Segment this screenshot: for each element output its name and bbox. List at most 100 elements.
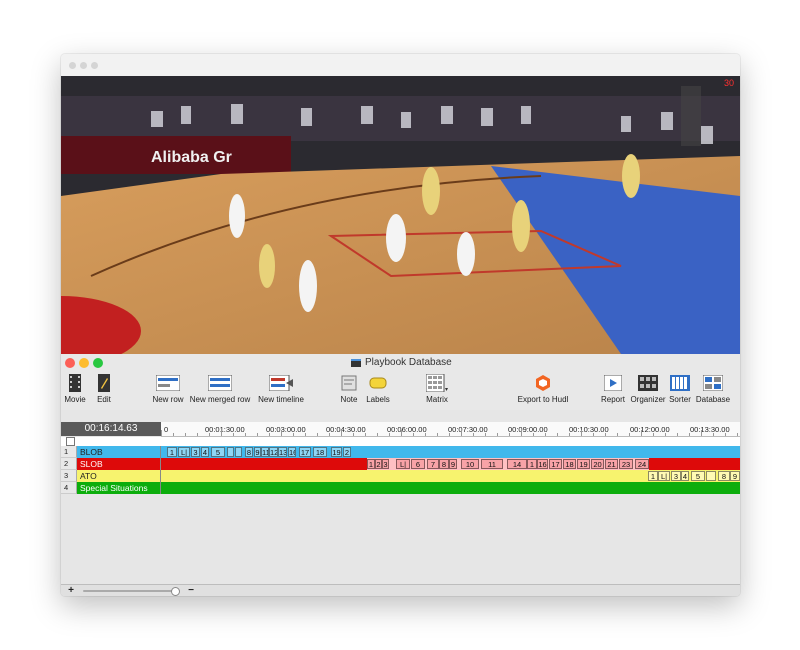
row-lane[interactable]: 1L|345 89111213161718 192 — [161, 446, 740, 458]
clip[interactable]: 11 — [261, 447, 269, 457]
window-title: Playbook Database — [351, 357, 452, 368]
zoom-icon[interactable] — [93, 358, 103, 368]
clip[interactable] — [706, 471, 716, 481]
clip[interactable]: 6 — [411, 459, 425, 469]
new-timeline-button[interactable]: New timeline — [256, 374, 306, 404]
close-icon[interactable] — [65, 358, 75, 368]
row-name[interactable]: ATO — [77, 470, 161, 482]
clip[interactable]: 9 — [254, 447, 261, 457]
clip[interactable]: 19 — [331, 447, 342, 457]
clip[interactable]: 1 — [367, 459, 375, 469]
film-strip-icon — [63, 374, 87, 392]
current-time-display: 00:16:14.63 — [61, 422, 161, 436]
ruler-tick — [341, 430, 342, 436]
clip[interactable]: 5 — [211, 447, 225, 457]
clip[interactable]: 14 — [507, 459, 527, 469]
clip[interactable]: 19 — [577, 459, 590, 469]
clip[interactable]: 3 — [191, 447, 200, 457]
clip[interactable]: 3 — [671, 471, 681, 481]
clip[interactable]: 1 — [167, 447, 177, 457]
clip[interactable]: 13 — [278, 447, 287, 457]
timeline-row[interactable]: 3 ATO 1 L| 3 4 5 8 9 — [61, 470, 740, 482]
clip[interactable]: 17 — [549, 459, 562, 469]
clip[interactable]: L| — [658, 471, 670, 481]
clip[interactable]: 16 — [288, 447, 296, 457]
new-merged-row-button[interactable]: New merged row — [189, 374, 251, 404]
ruler-label: 00:12:00.00 — [630, 425, 670, 434]
note-button[interactable]: Note — [338, 374, 360, 404]
window-dot-icon[interactable] — [69, 62, 76, 69]
sorter-button[interactable]: Sorter — [668, 374, 692, 404]
svg-text:30: 30 — [724, 78, 734, 88]
movie-button[interactable]: Movie — [63, 374, 87, 404]
clip[interactable]: 18 — [313, 447, 327, 457]
ruler-tick — [413, 433, 414, 436]
window-dot-icon[interactable] — [91, 62, 98, 69]
export-to-hudl-button[interactable]: Export to Hudl — [513, 374, 573, 404]
ruler-tick — [449, 433, 450, 436]
minimize-icon[interactable] — [79, 358, 89, 368]
database-button[interactable]: Database — [695, 374, 731, 404]
row-lane[interactable]: 1 L| 3 4 5 8 9 — [161, 470, 740, 482]
clip[interactable]: 10 — [461, 459, 479, 469]
remove-row-button[interactable]: − — [185, 585, 197, 596]
clip[interactable]: 2 — [343, 447, 351, 457]
timeline-row[interactable]: 1 BLOB1L|345 89111213161718 192 — [61, 446, 740, 458]
clip[interactable]: 8 — [245, 447, 253, 457]
ruler-tick — [677, 433, 678, 436]
new-row-button[interactable]: New row — [150, 374, 186, 404]
clip[interactable]: 24 — [635, 459, 649, 469]
organizer-button[interactable]: Organizer — [629, 374, 667, 404]
clip[interactable]: 12 — [269, 447, 278, 457]
clip[interactable] — [227, 447, 234, 457]
report-button[interactable]: Report — [600, 374, 626, 404]
row-lane[interactable]: 1 2 3 L| 6 7 8 9 10 11 14 1 16 17 18 19 20 21 23 24 — [161, 458, 740, 470]
clip[interactable]: 1 — [648, 471, 658, 481]
clip[interactable]: 17 — [299, 447, 311, 457]
new-timeline-icon — [256, 374, 306, 392]
outer-title-bar — [61, 54, 740, 76]
zoom-slider[interactable] — [83, 590, 179, 592]
row-name[interactable]: BLOB — [77, 446, 161, 458]
clip[interactable]: L| — [396, 459, 410, 469]
clip[interactable]: 20 — [591, 459, 604, 469]
timeline-row[interactable]: 4 Special Situations — [61, 482, 740, 494]
timeline-row[interactable]: 2 SLOB 1 2 3 L| 6 7 8 9 10 11 14 1 16 17 18 19 20 21 23 24 — [61, 458, 740, 470]
edit-button[interactable]: Edit — [93, 374, 115, 404]
clip[interactable]: 18 — [563, 459, 576, 469]
slob-after — [649, 458, 740, 470]
clip[interactable]: 5 — [691, 471, 705, 481]
window-title-text: Playbook Database — [365, 357, 452, 368]
slob-before — [161, 458, 367, 470]
clip[interactable]: L| — [178, 447, 190, 457]
clip[interactable]: 8 — [439, 459, 449, 469]
row-lane[interactable] — [161, 482, 740, 494]
add-row-button[interactable]: + — [65, 585, 77, 596]
clip[interactable]: 9 — [449, 459, 457, 469]
clip[interactable]: 21 — [605, 459, 618, 469]
clip[interactable]: 4 — [681, 471, 689, 481]
clip[interactable]: 3 — [382, 459, 389, 469]
clip[interactable]: 8 — [718, 471, 730, 481]
ruler-tick — [569, 433, 570, 436]
ruler-tick — [377, 433, 378, 436]
clip[interactable]: 23 — [619, 459, 633, 469]
app-window: Alibaba Gr 30 Playbook Database Movie Ed… — [61, 54, 740, 596]
clip[interactable]: 2 — [375, 459, 382, 469]
clip[interactable]: 11 — [481, 459, 503, 469]
time-ruler[interactable]: 0 00:01:30.00 00:03:00.00 00:04:30.00 00:06:… — [161, 422, 740, 437]
matrix-button[interactable]: Matrix — [424, 374, 450, 404]
select-all-checkbox[interactable] — [66, 437, 75, 446]
clip[interactable] — [235, 447, 242, 457]
labels-button[interactable]: Labels — [364, 374, 392, 404]
row-name[interactable]: Special Situations — [77, 482, 161, 494]
clip[interactable]: 7 — [427, 459, 439, 469]
ruler-tick — [293, 433, 294, 436]
clip[interactable]: 4 — [201, 447, 209, 457]
clip[interactable]: 16 — [537, 459, 548, 469]
zoom-slider-knob[interactable] — [171, 587, 180, 596]
clip[interactable]: 9 — [730, 471, 740, 481]
window-dot-icon[interactable] — [80, 62, 87, 69]
clip[interactable]: 1 — [527, 459, 537, 469]
row-name[interactable]: SLOB — [77, 458, 161, 470]
